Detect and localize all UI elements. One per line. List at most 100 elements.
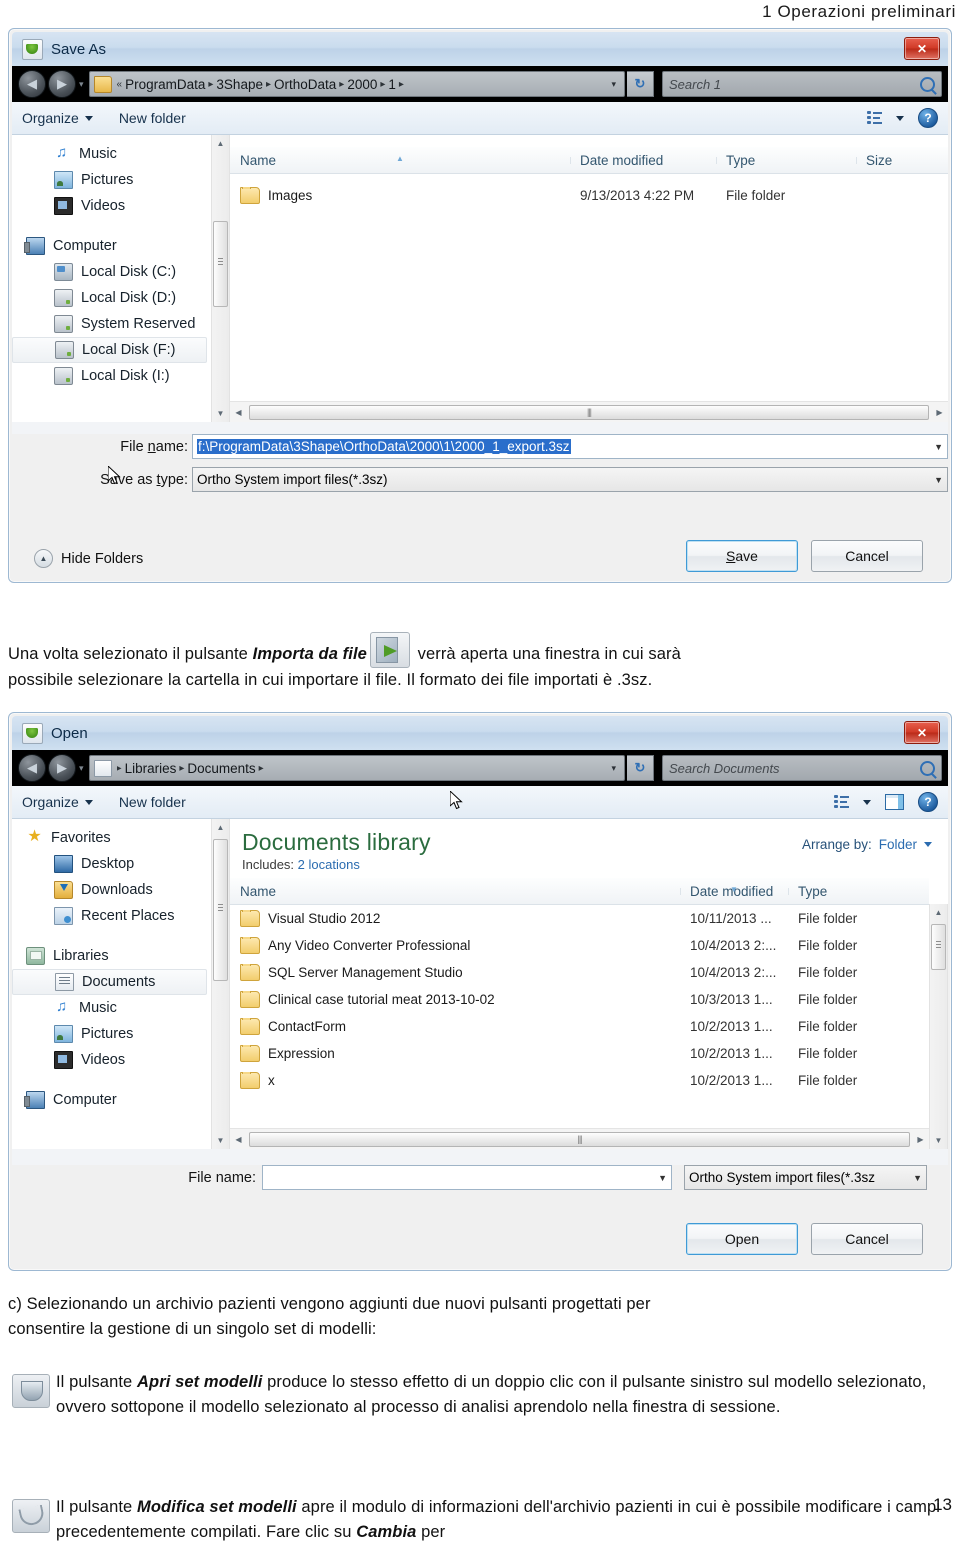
cancel-button[interactable]: Cancel — [811, 540, 923, 572]
breadcrumb-item-3[interactable]: 2000 — [347, 77, 377, 92]
nav-item-downloads[interactable]: Downloads — [12, 877, 211, 903]
nav-item-documents[interactable]: Documents — [12, 969, 207, 995]
nav-item-local-disk-d[interactable]: Local Disk (D:) — [12, 285, 211, 311]
nav-item-videos[interactable]: Videos — [12, 193, 211, 219]
refresh-button[interactable]: ↻ — [627, 755, 654, 781]
scrollbar-thumb[interactable]: ||| — [249, 404, 929, 420]
nav-item-system-reserved[interactable]: System Reserved — [12, 311, 211, 337]
file-list-hscrollbar[interactable]: ◀ ||| ▶ — [230, 1128, 929, 1149]
scroll-right-icon[interactable]: ▶ — [931, 408, 948, 417]
nav-item-recent-places[interactable]: Recent Places — [12, 903, 211, 929]
scroll-up-icon[interactable]: ▲ — [212, 819, 229, 836]
breadcrumb-item-1[interactable]: Documents — [187, 761, 255, 776]
scroll-up-icon[interactable]: ▲ — [212, 135, 229, 152]
breadcrumb-item-0[interactable]: ProgramData — [125, 77, 205, 92]
navigation-scrollbar[interactable]: ▲ ▼ — [211, 819, 230, 1149]
chevron-down-icon[interactable]: ▾ — [605, 763, 622, 774]
column-date-modified[interactable]: Date modified — [570, 153, 716, 168]
filename-input[interactable]: f:\ProgramData\3Shape\OrthoData\2000\1\2… — [192, 434, 948, 459]
nav-item-videos[interactable]: Videos — [12, 1047, 211, 1073]
close-button[interactable]: ✕ — [904, 721, 940, 744]
savetype-select[interactable]: Ortho System import files(*.3sz) ▼ — [192, 467, 948, 492]
column-type[interactable]: Type — [788, 884, 929, 899]
chevron-down-icon[interactable]: ▼ — [652, 1173, 667, 1183]
scroll-down-icon[interactable]: ▼ — [930, 1132, 947, 1149]
scroll-down-icon[interactable]: ▼ — [212, 1132, 229, 1149]
scroll-left-icon[interactable]: ◀ — [230, 1135, 247, 1144]
table-row[interactable]: Expression 10/2/2013 1... File folder — [230, 1040, 929, 1067]
file-list-vscrollbar[interactable]: ▲ ▼ — [929, 904, 948, 1149]
includes-value[interactable]: 2 locations — [298, 857, 360, 872]
help-icon[interactable]: ? — [918, 108, 938, 128]
breadcrumb-item-2[interactable]: OrthoData — [274, 77, 336, 92]
column-date-modified[interactable]: ▼ Date modified — [680, 884, 788, 899]
breadcrumb-item-0[interactable]: Libraries — [125, 761, 177, 776]
nav-item-computer[interactable]: Computer — [12, 1087, 211, 1113]
hscroll-track[interactable]: ||| — [247, 404, 931, 420]
nav-item-local-disk-c[interactable]: Local Disk (C:) — [12, 259, 211, 285]
help-icon[interactable]: ? — [918, 792, 938, 812]
scrollbar-thumb[interactable]: ||| — [249, 1131, 910, 1147]
view-dropdown-icon[interactable] — [863, 799, 871, 805]
forward-button[interactable]: ▶ — [48, 754, 76, 782]
table-row[interactable]: Images 9/13/2013 4:22 PM File folder — [230, 182, 948, 209]
table-row[interactable]: ContactForm 10/2/2013 1... File folder — [230, 1013, 929, 1040]
navigation-scrollbar[interactable]: ▲ ▼ — [211, 135, 230, 422]
hscroll-track[interactable]: ||| — [247, 1131, 912, 1147]
nav-item-computer[interactable]: Computer — [12, 233, 211, 259]
table-row[interactable]: Visual Studio 2012 10/11/2013 ... File f… — [230, 905, 929, 932]
nav-item-libraries[interactable]: Libraries — [12, 943, 211, 969]
close-button[interactable]: ✕ — [904, 37, 940, 60]
cancel-button[interactable]: Cancel — [811, 1223, 923, 1255]
table-row[interactable]: Any Video Converter Professional 10/4/20… — [230, 932, 929, 959]
open-button[interactable]: Open — [686, 1223, 798, 1255]
save-button[interactable]: Save — [686, 540, 798, 572]
arrange-by-control[interactable]: Arrange by: Folder — [802, 837, 932, 852]
filename-input[interactable]: ▼ — [262, 1165, 672, 1190]
scrollbar-thumb[interactable] — [213, 221, 228, 307]
table-row[interactable]: SQL Server Management Studio 10/4/2013 2… — [230, 959, 929, 986]
back-button[interactable]: ◀ — [18, 754, 46, 782]
nav-item-local-disk-i[interactable]: Local Disk (I:) — [12, 363, 211, 389]
nav-item-music[interactable]: Music — [12, 995, 211, 1021]
nav-item-favorites[interactable]: ★ Favorites — [12, 825, 211, 851]
file-list-hscrollbar[interactable]: ◀ ||| ▶ — [230, 401, 948, 422]
address-bar[interactable]: ▸ Libraries ▸ Documents ▸ ▾ — [88, 755, 625, 781]
organize-menu[interactable]: Organize — [22, 794, 93, 810]
nav-item-music[interactable]: Music — [12, 141, 211, 167]
chevron-down-icon[interactable]: ▼ — [907, 1173, 922, 1183]
scroll-left-icon[interactable]: ◀ — [230, 408, 247, 417]
address-bar[interactable]: « ProgramData ▸ 3Shape ▸ OrthoData ▸ 200… — [88, 71, 625, 97]
preview-pane-icon[interactable] — [885, 794, 904, 810]
back-button[interactable]: ◀ — [18, 70, 46, 98]
history-dropdown[interactable]: ▾ — [79, 763, 84, 774]
chevron-down-icon[interactable]: ▾ — [605, 79, 622, 90]
view-mode-icon[interactable] — [867, 111, 882, 125]
scrollbar-thumb[interactable] — [213, 839, 228, 981]
scroll-right-icon[interactable]: ▶ — [912, 1135, 929, 1144]
search-input[interactable]: Search 1 — [662, 71, 942, 97]
nav-item-desktop[interactable]: Desktop — [12, 851, 211, 877]
column-type[interactable]: Type — [716, 153, 856, 168]
nav-item-pictures[interactable]: Pictures — [12, 167, 211, 193]
filetype-select[interactable]: Ortho System import files(*.3sz ▼ — [684, 1165, 927, 1190]
breadcrumb-item-4[interactable]: 1 — [388, 77, 396, 92]
column-name[interactable]: Name — [230, 884, 680, 899]
chevron-down-icon[interactable]: ▼ — [928, 442, 943, 452]
scroll-down-icon[interactable]: ▼ — [212, 405, 229, 422]
nav-item-pictures[interactable]: Pictures — [12, 1021, 211, 1047]
hide-folders-button[interactable]: ▲ Hide Folders — [34, 549, 143, 568]
table-row[interactable]: Clinical case tutorial meat 2013-10-02 1… — [230, 986, 929, 1013]
new-folder-button[interactable]: New folder — [119, 794, 186, 810]
table-row[interactable]: x 10/2/2013 1... File folder — [230, 1067, 929, 1094]
view-mode-icon[interactable] — [834, 795, 849, 809]
breadcrumb-item-1[interactable]: 3Shape — [216, 77, 263, 92]
column-size[interactable]: Size — [856, 153, 948, 168]
history-dropdown[interactable]: ▾ — [79, 79, 84, 90]
forward-button[interactable]: ▶ — [48, 70, 76, 98]
search-input[interactable]: Search Documents — [662, 755, 942, 781]
view-dropdown-icon[interactable] — [896, 115, 904, 121]
nav-item-local-disk-f[interactable]: Local Disk (F:) — [12, 337, 207, 363]
scroll-up-icon[interactable]: ▲ — [930, 904, 947, 921]
scrollbar-thumb[interactable] — [931, 924, 946, 970]
